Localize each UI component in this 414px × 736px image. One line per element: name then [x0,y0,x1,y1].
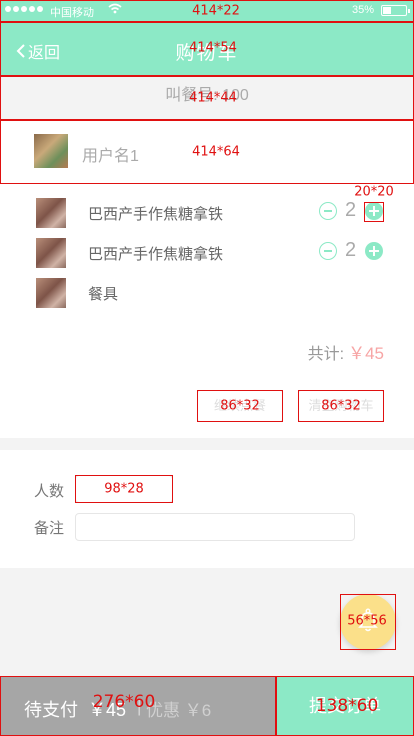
avatar [34,134,68,168]
annotation-label: 98*28 [104,481,144,497]
annotation-label: 86*32 [321,398,361,414]
carrier-label: 中国移动 [50,7,94,19]
annotation-label: 56*56 [347,613,387,629]
quantity: 2 [345,199,357,221]
pending-label: 待支付 [24,700,78,720]
annotation-label: 86*32 [220,398,260,414]
list-item: 巴西产手作焦糖拿铁 2 [0,232,414,272]
product-name: 餐具 [88,286,119,303]
annotation-label: 414*54 [189,40,237,56]
order-total: 共计: ￥45 [308,339,384,364]
product-image [36,238,66,268]
people-label: 人数 [34,483,65,500]
annotation-label: 414*22 [192,3,240,19]
total-label: 共计: [307,346,345,363]
quantity: 2 [345,239,357,261]
list-item: 餐具 [0,272,414,312]
battery-percent: 35% [352,4,375,16]
signal-icon [5,6,43,12]
total-amount: ￥45 [348,344,384,363]
product-image [36,278,66,308]
product-image [36,198,66,228]
product-name: 巴西产手作焦糖拿铁 [88,206,224,223]
order-form: 人数 备注 [0,450,414,568]
annotation-label: 20*20 [354,184,394,200]
annotation-label: 276*60 [92,692,156,712]
list-item: 巴西产手作焦糖拿铁 2 [0,192,414,232]
note-input[interactable] [75,513,355,541]
annotation-label: 414*44 [189,90,237,106]
battery-icon [381,5,410,16]
product-name: 巴西产手作焦糖拿铁 [88,246,224,263]
plus-icon[interactable] [365,242,383,260]
user-name: 用户名1 [82,148,139,165]
discount-text: 优惠 ￥6 [146,701,212,720]
minus-icon[interactable] [319,242,337,260]
plus-icon[interactable] [365,202,383,220]
wifi-icon [108,3,122,17]
note-label: 备注 [34,520,65,537]
annotation-label: 138*60 [315,696,379,716]
annotation-label: 414*64 [192,144,240,160]
minus-icon[interactable] [319,202,337,220]
